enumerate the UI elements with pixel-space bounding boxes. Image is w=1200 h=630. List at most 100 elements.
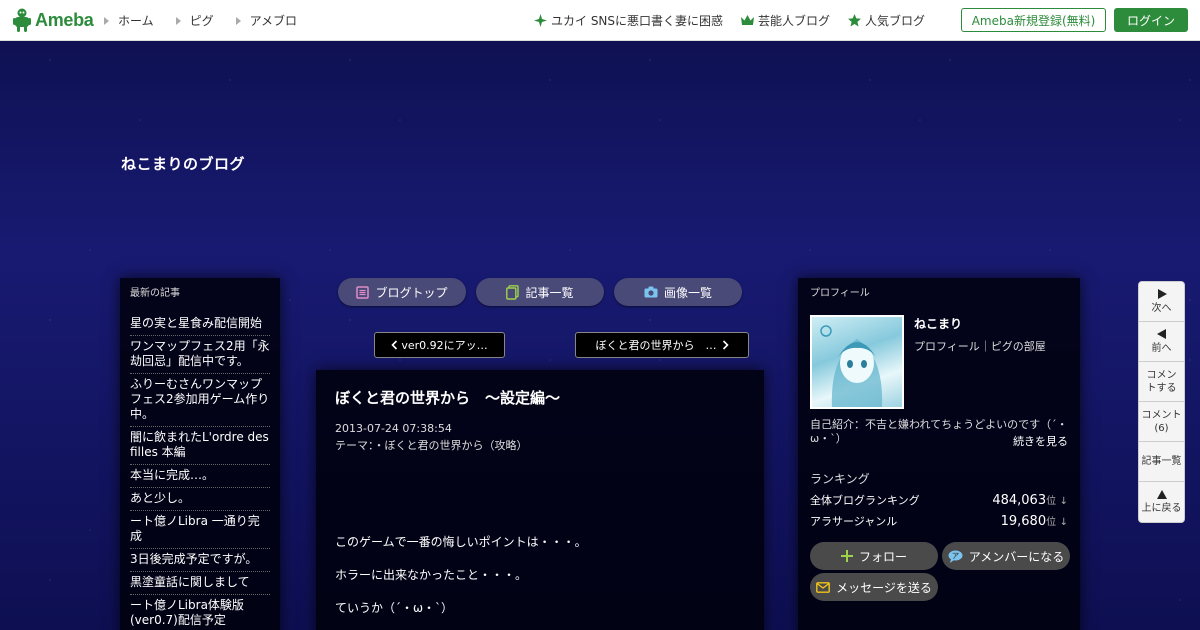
recent-articles-panel: 最新の記事 星の実と星食み配信開始 ワンマップフェス2用「永劫回忌」配信中です。…	[120, 278, 280, 630]
article-link[interactable]: 闇に飲まれたL'ordre des filles 本編	[130, 427, 270, 465]
crown-icon	[741, 15, 755, 25]
nav-label: 人気ブログ	[865, 14, 926, 28]
prev-entry-label: ver0.92にアッ…	[401, 339, 488, 352]
tab-label: 画像一覧	[663, 285, 712, 300]
comments-count-button[interactable]: コメント(6)	[1139, 402, 1184, 442]
ranking-down-arrow-icon: ↓	[1059, 517, 1068, 528]
article-link[interactable]: ート億ノLibra体験版(ver0.7)配信予定	[130, 595, 270, 630]
tab-label: ブログトップ	[375, 285, 448, 300]
caret-right-icon	[175, 16, 181, 25]
caret-right-icon	[104, 16, 109, 25]
entry-body: このゲームで一番の悔しいポイントは・・・。 ホラーに出来なかったこと・・・。 て…	[335, 533, 745, 615]
ranking-value: 19,680	[1000, 514, 1047, 529]
global-nav: ホーム ピグ アメブロ	[104, 12, 319, 29]
nav-label: 芸能人ブログ	[758, 14, 831, 28]
featured-nav: ユカイ SNSに悪口書く妻に困惑 芸能人ブログ 人気ブログ	[534, 12, 943, 29]
ranking-heading: ランキング	[810, 472, 870, 486]
play-right-icon	[1157, 288, 1167, 299]
tab-image-list[interactable]: 画像一覧	[614, 278, 742, 306]
side-nav-label: コメント(6)	[1141, 409, 1182, 434]
ameba-logo[interactable]: Ameba	[12, 8, 94, 32]
entry-panel: ぼくと君の世界から ～設定編～ 2013-07-24 07:38:54 テーマ：…	[316, 370, 764, 630]
nav-popular-blog[interactable]: 人気ブログ	[848, 12, 925, 29]
article-link[interactable]: あと少し。	[130, 488, 270, 511]
write-comment-button[interactable]: コメントする	[1139, 362, 1184, 402]
profile-summary: ねこまり プロフィール｜ピグの部屋	[810, 315, 1068, 409]
prev-button[interactable]: 前へ	[1139, 322, 1184, 362]
side-nav-label: 前へ	[1151, 342, 1172, 354]
article-link[interactable]: 星の実と星食み配信開始	[130, 313, 270, 336]
profile-name[interactable]: ねこまり	[914, 315, 1046, 332]
side-nav-label: コメントする	[1146, 369, 1177, 394]
ranking-unit: 位	[1046, 517, 1057, 528]
ranking-label: 全体ブログランキング	[810, 494, 920, 507]
envelope-icon	[816, 581, 831, 593]
nav-home[interactable]: ホーム	[104, 12, 154, 29]
article-link[interactable]: ワンマップフェス2用「永劫回忌」配信中です。	[130, 336, 270, 374]
article-link[interactable]: 本当に完成…。	[130, 465, 270, 488]
amember-button[interactable]: ア アメンバーになる	[942, 542, 1070, 570]
nav-label: ホーム	[118, 14, 154, 28]
ranking-value: 484,063	[992, 493, 1047, 508]
amember-label: アメンバーになる	[968, 549, 1065, 564]
signup-button[interactable]: Ameba新規登録(無料)	[961, 8, 1106, 32]
article-link[interactable]: ート億ノLibra 一通り完成	[130, 511, 270, 549]
nav-celebrity-blog[interactable]: 芸能人ブログ	[741, 12, 830, 29]
logo-text: Ameba	[35, 9, 94, 30]
ranking-down-arrow-icon: ↓	[1059, 496, 1068, 507]
header-bar: Ameba ホーム ピグ アメブロ ユカイ SNSに悪口書く妻に困惑 芸能人ブロ…	[0, 0, 1200, 41]
recent-articles-heading: 最新の記事	[130, 288, 180, 299]
login-button[interactable]: ログイン	[1114, 8, 1188, 32]
prev-entry-button[interactable]: ver0.92にアッ…	[374, 332, 505, 358]
article-link[interactable]: 3日後完成予定ですが。	[130, 549, 270, 572]
entry-paragraph: このゲームで一番の悔しいポイントは・・・。	[335, 535, 587, 549]
entry-title[interactable]: ぼくと君の世界から ～設定編～	[335, 387, 745, 408]
next-entry-label: ぼくと君の世界から …	[595, 339, 717, 352]
next-button[interactable]: 次へ	[1139, 282, 1184, 322]
profile-meta: ねこまり プロフィール｜ピグの部屋	[914, 315, 1046, 409]
article-list-button[interactable]: 記事一覧	[1139, 442, 1184, 482]
tab-article-list[interactable]: 記事一覧	[476, 278, 604, 306]
caret-right-icon	[235, 16, 241, 25]
read-more-link[interactable]: 続きを見る	[810, 433, 1068, 449]
chevron-left-icon	[391, 340, 398, 350]
tab-label: 記事一覧	[525, 285, 574, 300]
nav-news-link[interactable]: ユカイ SNSに悪口書く妻に困惑	[534, 12, 723, 29]
back-to-top-button[interactable]: 上に戻る	[1139, 482, 1184, 522]
send-message-button[interactable]: メッセージを送る	[810, 573, 938, 601]
tab-blog-top[interactable]: ブログトップ	[338, 278, 466, 306]
plus-icon	[840, 550, 853, 562]
entry-theme[interactable]: テーマ：・ぼくと君の世界から（攻略）	[335, 437, 745, 453]
next-entry-button[interactable]: ぼくと君の世界から …	[575, 332, 749, 358]
follow-button[interactable]: フォロー	[810, 542, 938, 570]
svg-text:ア: ア	[952, 552, 959, 560]
side-nav-label: 上に戻る	[1141, 502, 1182, 514]
ranking-row[interactable]: アラサージャンル 19,680位 ↓	[810, 513, 1068, 529]
avatar[interactable]	[810, 315, 904, 409]
ameba-logo-icon	[12, 8, 32, 32]
avatar-image	[820, 325, 883, 407]
article-link[interactable]: ふりーむさんワンマップフェス2参加用ゲーム作り中。	[130, 374, 270, 427]
ranking-row[interactable]: 全体ブログランキング 484,063位 ↓	[810, 492, 1068, 508]
article-link[interactable]: 黒塗童話に関しまして	[130, 572, 270, 595]
nav-label: ユカイ SNSに悪口書く妻に困惑	[551, 14, 724, 28]
amember-icon: ア	[948, 550, 963, 563]
article-list-icon	[506, 284, 520, 300]
send-message-label: メッセージを送る	[836, 580, 932, 595]
sparkle-icon	[534, 14, 547, 27]
up-triangle-icon	[1156, 489, 1167, 499]
nav-pigg[interactable]: ピグ	[175, 12, 214, 29]
blog-title[interactable]: ねこまりのブログ	[121, 153, 245, 174]
ranking-label: アラサージャンル	[810, 515, 898, 528]
chevron-right-icon	[722, 340, 729, 350]
camera-icon	[644, 286, 658, 298]
nav-label: ピグ	[189, 14, 214, 28]
entry-date: 2013-07-24 07:38:54	[335, 422, 452, 435]
nav-label: アメブロ	[249, 14, 298, 28]
follow-label: フォロー	[858, 549, 907, 564]
nav-ameblo[interactable]: アメブロ	[235, 12, 298, 29]
blog-top-icon	[356, 285, 370, 299]
profile-links[interactable]: プロフィール｜ピグの部屋	[914, 338, 1046, 354]
recent-articles-list: 星の実と星食み配信開始 ワンマップフェス2用「永劫回忌」配信中です。 ふりーむさ…	[130, 313, 270, 630]
entry-paragraph: ていうか（´・ω・`）	[335, 601, 454, 615]
